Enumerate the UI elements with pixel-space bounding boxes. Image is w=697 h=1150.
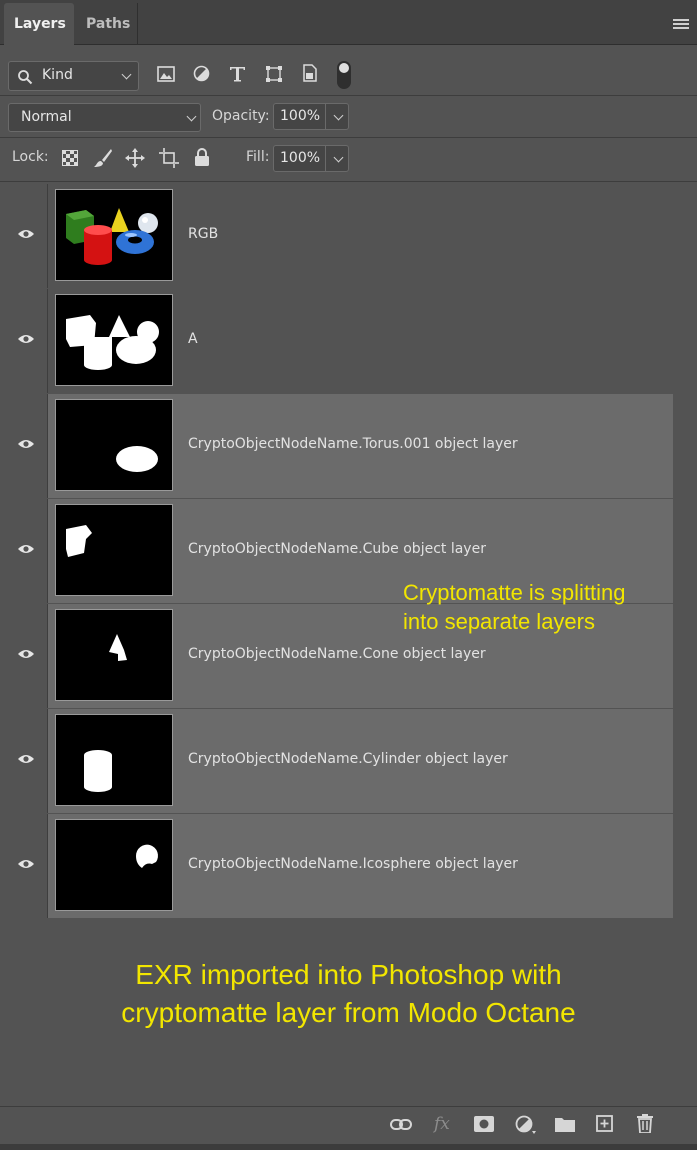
filter-shape-layer-icon[interactable] xyxy=(265,65,283,83)
layer-row[interactable]: CryptoObjectNodeName.Torus.001 object la… xyxy=(3,394,673,498)
annotation-cryptomatte-note: Cryptomatte is splitting into separate l… xyxy=(403,578,626,636)
eye-visibility-icon[interactable] xyxy=(17,333,35,345)
layer-row[interactable]: A xyxy=(3,289,673,393)
layer-thumbnail-torus-mask xyxy=(55,399,173,491)
annotation-line: EXR imported into Photoshop with xyxy=(135,959,562,990)
blend-mode-dropdown[interactable]: Normal xyxy=(8,103,201,132)
lock-position-move-icon[interactable] xyxy=(125,148,145,168)
layers-bottom-toolbar: fx xyxy=(0,1106,697,1145)
lock-image-pixels-brush-icon[interactable] xyxy=(93,148,113,168)
lock-artboard-icon[interactable] xyxy=(159,148,179,168)
filter-adjustment-layer-icon[interactable] xyxy=(193,65,210,82)
layer-name[interactable]: RGB xyxy=(188,184,218,284)
search-icon xyxy=(18,70,33,85)
eye-visibility-icon[interactable] xyxy=(17,228,35,240)
lock-label: Lock: xyxy=(12,149,49,165)
opacity-field[interactable]: 100% xyxy=(273,103,349,130)
chevron-down-icon[interactable] xyxy=(333,152,344,163)
panel-menu-icon[interactable] xyxy=(673,19,689,31)
opacity-label: Opacity: xyxy=(212,108,270,124)
layer-thumbnail-cylinder-mask xyxy=(55,714,173,806)
annotation-line: into separate layers xyxy=(403,609,595,634)
add-mask-icon[interactable] xyxy=(474,1116,494,1132)
delete-layer-trash-icon[interactable] xyxy=(637,1114,653,1133)
visibility-column xyxy=(3,814,48,918)
layer-name[interactable]: CryptoObjectNodeName.Cylinder object lay… xyxy=(188,709,508,809)
eye-visibility-icon[interactable] xyxy=(17,648,35,660)
annotation-line: cryptomatte layer from Modo Octane xyxy=(121,997,576,1028)
layer-thumbnail-cone-mask xyxy=(55,609,173,701)
visibility-column xyxy=(3,499,48,603)
annotation-exr-caption: EXR imported into Photoshop with cryptom… xyxy=(0,956,697,1032)
lock-all-icon[interactable] xyxy=(194,148,210,167)
chevron-down-icon xyxy=(121,69,132,80)
filter-toggle-switch[interactable] xyxy=(337,61,351,89)
layer-thumbnail-alpha xyxy=(55,294,173,386)
filter-type-layer-icon[interactable] xyxy=(229,65,246,82)
visibility-column xyxy=(3,184,48,288)
layer-row[interactable]: CryptoObjectNodeName.Cylinder object lay… xyxy=(3,709,673,813)
link-layers-icon[interactable] xyxy=(390,1118,412,1132)
tab-layers[interactable]: Layers xyxy=(4,3,74,45)
eye-visibility-icon[interactable] xyxy=(17,858,35,870)
layer-thumbnail-rgb xyxy=(55,189,173,281)
new-adjustment-layer-icon[interactable] xyxy=(515,1115,537,1135)
fill-field[interactable]: 100% xyxy=(273,145,349,172)
visibility-column xyxy=(3,394,48,498)
filter-smart-object-icon[interactable] xyxy=(302,64,318,82)
eye-visibility-icon[interactable] xyxy=(17,543,35,555)
eye-visibility-icon[interactable] xyxy=(17,753,35,765)
layer-list: RGB A CryptoObjectNodeName.Torus.001 obj… xyxy=(3,184,673,918)
opacity-value: 100% xyxy=(280,108,321,124)
layer-row[interactable]: RGB xyxy=(3,184,673,288)
layer-name[interactable]: CryptoObjectNodeName.Icosphere object la… xyxy=(188,814,518,914)
chevron-down-icon xyxy=(186,111,197,122)
lock-transparent-pixels-icon[interactable] xyxy=(62,150,78,166)
filter-kind-label: Kind xyxy=(42,67,73,83)
new-layer-icon[interactable] xyxy=(596,1115,613,1132)
layer-style-fx-icon[interactable]: fx xyxy=(434,1114,450,1134)
chevron-down-icon[interactable] xyxy=(333,110,344,121)
layer-thumbnail-cube-mask xyxy=(55,504,173,596)
tab-paths[interactable]: Paths xyxy=(76,3,138,45)
filter-kind-dropdown[interactable]: Kind xyxy=(8,61,139,91)
layer-row[interactable]: CryptoObjectNodeName.Icosphere object la… xyxy=(3,814,673,918)
layer-name[interactable]: A xyxy=(188,289,198,389)
visibility-column xyxy=(3,709,48,813)
blend-mode-value: Normal xyxy=(21,109,72,125)
eye-visibility-icon[interactable] xyxy=(17,438,35,450)
visibility-column xyxy=(3,604,48,708)
layer-thumbnail-icosphere-mask xyxy=(55,819,173,911)
panel-bottom-edge xyxy=(0,1144,697,1150)
fill-value: 100% xyxy=(280,150,321,166)
visibility-column xyxy=(3,289,48,393)
panel-tab-bar: Layers Paths xyxy=(0,0,697,45)
layer-name[interactable]: CryptoObjectNodeName.Torus.001 object la… xyxy=(188,394,518,494)
new-group-folder-icon[interactable] xyxy=(555,1116,575,1132)
annotation-line: Cryptomatte is splitting xyxy=(403,580,626,605)
fill-label: Fill: xyxy=(246,149,270,165)
filter-pixel-layer-icon[interactable] xyxy=(157,66,175,82)
